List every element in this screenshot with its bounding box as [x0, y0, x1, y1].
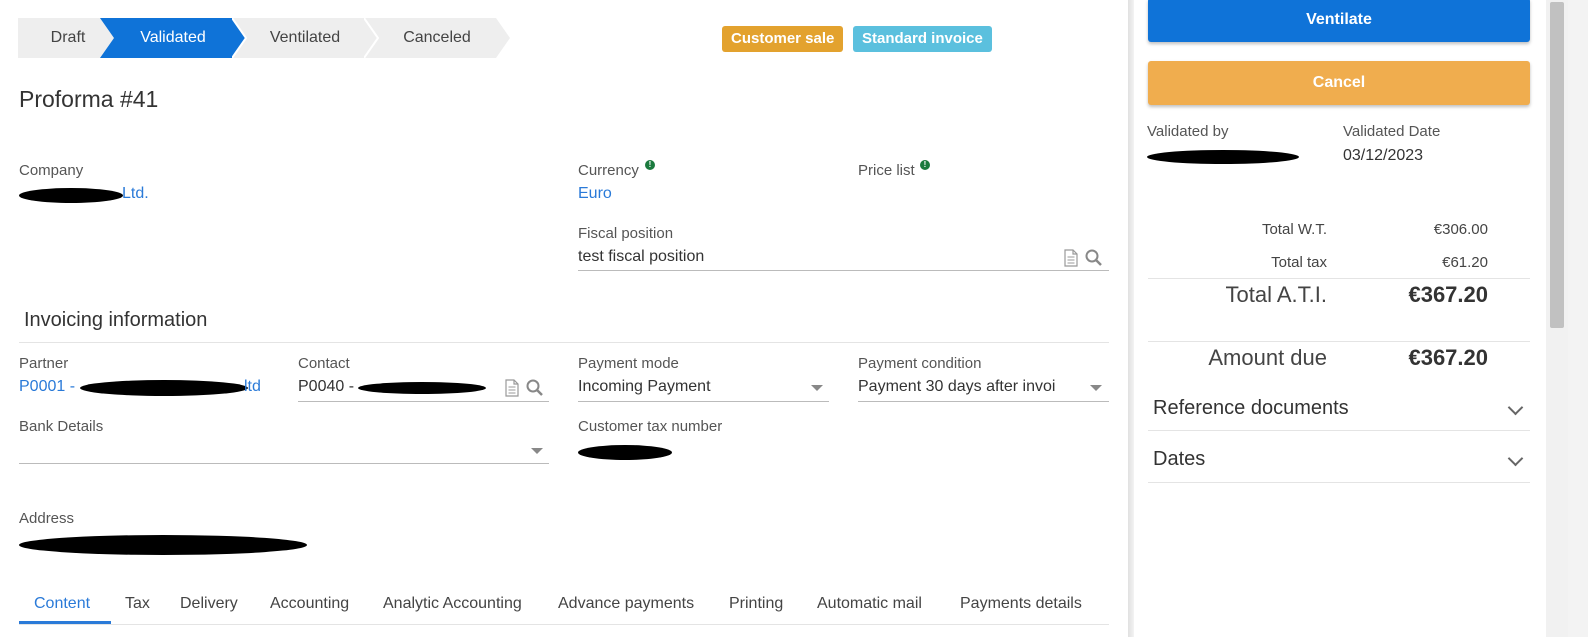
field-underline	[298, 401, 549, 402]
panel-divider	[1148, 430, 1530, 431]
payment-condition-label: Payment condition	[858, 355, 982, 372]
redaction	[578, 445, 672, 460]
search-icon[interactable]	[526, 379, 544, 397]
info-icon: !	[920, 160, 930, 170]
validated-date-label: Validated Date	[1343, 123, 1441, 140]
invoice-form: Draft Validated Ventilated Canceled Cust…	[0, 0, 1128, 637]
currency-link[interactable]: Euro	[578, 185, 612, 203]
customer-tax-number-label: Customer tax number	[578, 418, 723, 435]
chevron-down-icon	[1507, 450, 1524, 467]
status-step-ventilated[interactable]: Ventilated	[232, 18, 378, 58]
bank-details-select[interactable]	[19, 441, 519, 461]
field-underline	[578, 401, 829, 402]
field-underline	[578, 270, 1109, 271]
total-ati-value: €367.20	[1408, 282, 1488, 307]
fiscal-position-label: Fiscal position	[578, 225, 674, 242]
dates-title: Dates	[1153, 448, 1206, 470]
company-label: Company	[19, 162, 84, 179]
validated-date-value: 03/12/2023	[1343, 147, 1424, 164]
scrollbar-thumb[interactable]	[1550, 2, 1564, 328]
status-step-label: Draft	[50, 29, 86, 46]
invoicing-information-title: Invoicing information	[24, 309, 208, 331]
total-wt-value: €306.00	[1433, 221, 1488, 238]
document-icon[interactable]	[1063, 249, 1079, 267]
address-label: Address	[19, 510, 75, 527]
contact-value[interactable]: P0040 -	[298, 378, 354, 396]
redaction	[80, 380, 248, 396]
redaction	[358, 382, 486, 394]
status-step-label: Canceled	[403, 29, 471, 46]
payment-condition-select[interactable]: Payment 30 days after invoi	[858, 378, 1055, 396]
cancel-button[interactable]: Cancel	[1148, 61, 1530, 105]
redaction	[1147, 150, 1299, 164]
totals-divider	[1148, 278, 1530, 279]
active-tab-indicator	[19, 621, 111, 624]
search-icon[interactable]	[1085, 249, 1103, 267]
partner-link[interactable]: P0001 -	[19, 378, 75, 396]
validated-by-label: Validated by	[1147, 123, 1229, 140]
chevron-down-icon	[1507, 399, 1524, 416]
tab-automatic-mail[interactable]: Automatic mail	[817, 595, 922, 613]
tab-tax[interactable]: Tax	[125, 595, 150, 613]
caret-down-icon[interactable]	[811, 385, 823, 391]
total-ati-label: Total A.T.I.	[1225, 282, 1328, 307]
bank-details-label: Bank Details	[19, 418, 104, 435]
payment-mode-select[interactable]: Incoming Payment	[578, 378, 711, 396]
company-link[interactable]: Ltd.	[122, 185, 149, 203]
tab-printing[interactable]: Printing	[729, 595, 783, 613]
partner-label: Partner	[19, 355, 69, 372]
price-list-label: Price list	[858, 162, 915, 179]
dates-panel-header[interactable]: Dates	[1148, 442, 1530, 482]
contact-label: Contact	[298, 355, 350, 372]
standard-invoice-badge: Standard invoice	[853, 26, 992, 52]
reference-documents-title: Reference documents	[1153, 397, 1349, 419]
section-divider	[19, 342, 1109, 343]
redaction	[19, 188, 123, 203]
tab-accounting[interactable]: Accounting	[270, 595, 349, 613]
status-step-canceled[interactable]: Canceled	[364, 18, 510, 58]
status-step-label: Ventilated	[269, 29, 341, 46]
totals-divider	[1148, 341, 1530, 342]
caret-down-icon[interactable]	[1090, 385, 1102, 391]
caret-down-icon[interactable]	[531, 448, 543, 454]
tabs-divider	[19, 624, 1109, 625]
amount-due-label: Amount due	[1208, 345, 1327, 370]
page-title: Proforma #41	[19, 86, 159, 112]
total-wt-label: Total W.T.	[1261, 221, 1327, 238]
tab-advance-payments[interactable]: Advance payments	[558, 595, 694, 613]
status-step-label: Validated	[140, 29, 206, 46]
tab-payments-details[interactable]: Payments details	[960, 595, 1082, 613]
customer-sale-badge: Customer sale	[722, 26, 844, 52]
status-step-validated[interactable]: Validated	[100, 18, 246, 58]
field-underline	[19, 463, 549, 464]
tab-delivery[interactable]: Delivery	[180, 595, 238, 613]
total-tax-value: €61.20	[1442, 254, 1488, 271]
tab-analytic-accounting[interactable]: Analytic Accounting	[383, 595, 522, 613]
payment-mode-label: Payment mode	[578, 355, 679, 372]
field-underline	[858, 401, 1109, 402]
fiscal-position-value[interactable]: test fiscal position	[578, 248, 704, 266]
reference-documents-panel-header[interactable]: Reference documents	[1148, 390, 1530, 430]
partner-suffix[interactable]: ltd	[244, 378, 261, 396]
partner-prefix: P0001 -	[19, 378, 76, 395]
total-tax-label: Total tax	[1271, 254, 1327, 271]
ventilate-button[interactable]: Ventilate	[1148, 0, 1530, 42]
panel-divider	[1148, 482, 1530, 483]
redaction	[19, 535, 307, 555]
amount-due-value: €367.20	[1408, 345, 1488, 370]
currency-label: Currency	[578, 162, 639, 179]
currency-label-text: Currency	[578, 162, 639, 179]
document-icon[interactable]	[504, 379, 520, 397]
tab-content[interactable]: Content	[34, 595, 90, 613]
info-icon: !	[645, 160, 655, 170]
